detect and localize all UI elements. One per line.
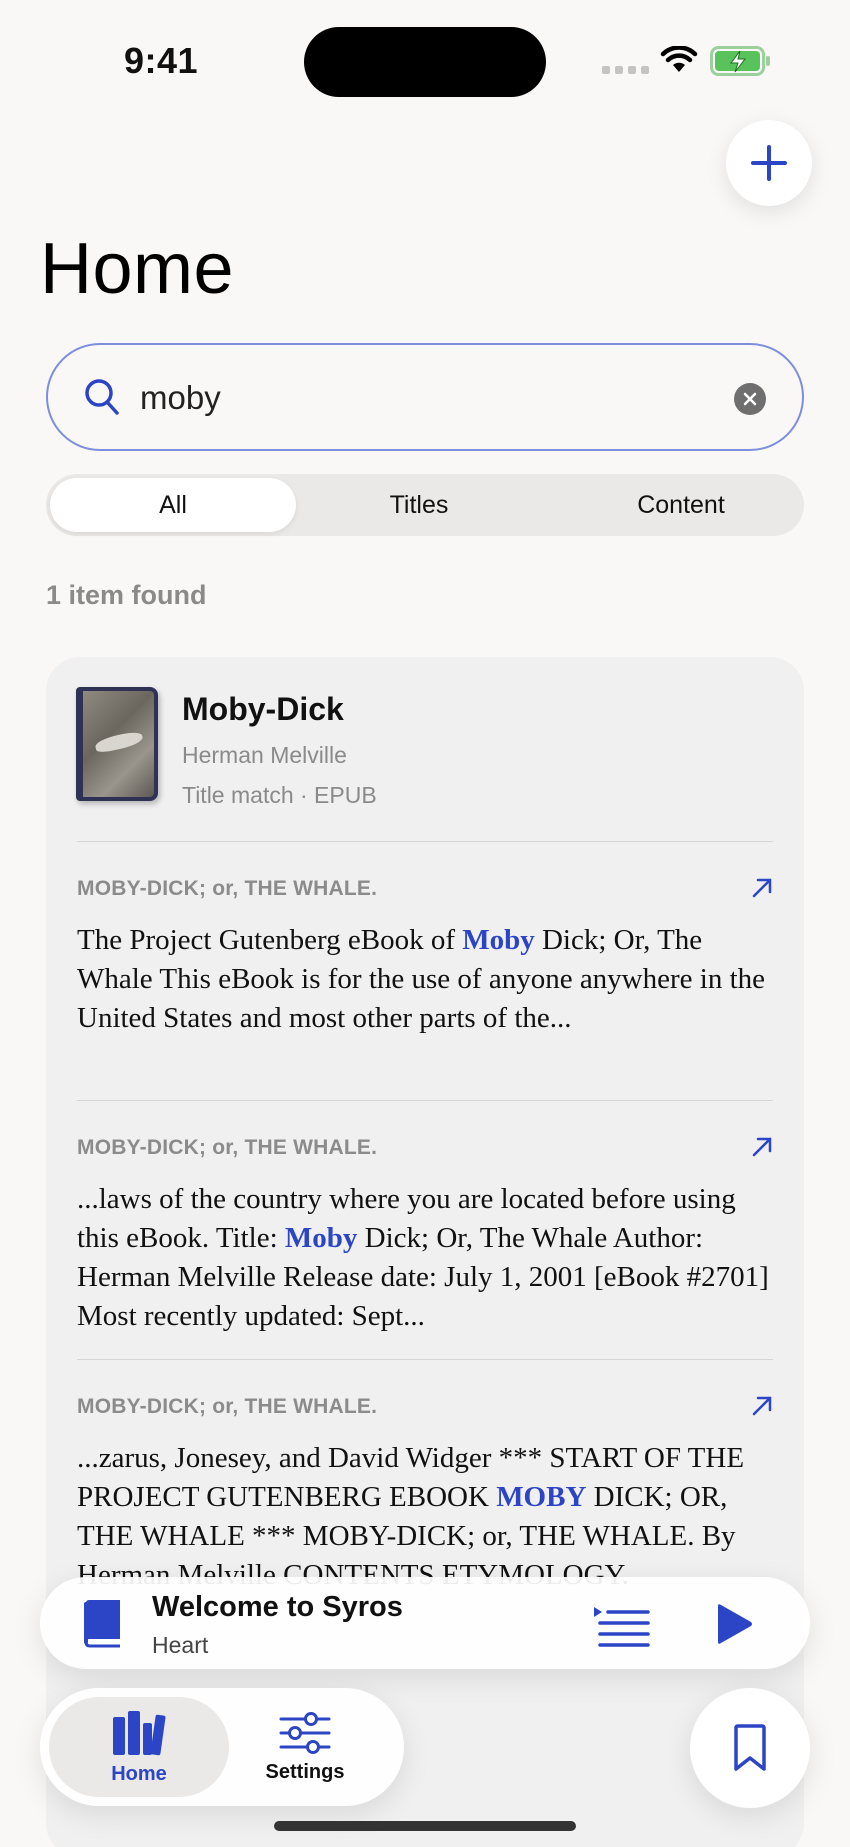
book-meta: Title match · EPUB xyxy=(182,782,377,808)
queue-list-icon[interactable] xyxy=(592,1605,652,1649)
cellular-signal-icon xyxy=(602,66,649,74)
play-icon[interactable] xyxy=(712,1603,754,1645)
search-field[interactable] xyxy=(46,343,804,451)
battery-charging-icon xyxy=(710,46,770,76)
excerpt-item[interactable]: MOBY-DICK; or, THE WHALE. ...zarus, Jone… xyxy=(77,1395,773,1595)
now-playing-title: Welcome to Syros xyxy=(152,1591,403,1623)
book-icon xyxy=(84,1600,120,1648)
tab-settings[interactable]: Settings xyxy=(215,1697,395,1797)
excerpt-chapter: MOBY-DICK; or, THE WHALE. xyxy=(77,1395,378,1418)
segment-content[interactable]: Content xyxy=(576,478,786,532)
segment-titles[interactable]: Titles xyxy=(344,478,494,532)
tab-home[interactable]: Home xyxy=(49,1697,229,1797)
open-excerpt-icon[interactable] xyxy=(751,877,773,899)
add-button[interactable] xyxy=(726,120,812,206)
search-input[interactable] xyxy=(140,379,700,417)
status-time: 9:41 xyxy=(124,40,199,81)
excerpt-text: ...zarus, Jonesey, and David Widger *** … xyxy=(77,1442,745,1591)
search-scope-filter: All Titles Content xyxy=(46,474,804,536)
home-indicator[interactable] xyxy=(274,1821,576,1831)
wifi-icon xyxy=(660,46,698,72)
page-title: Home xyxy=(40,229,235,309)
dynamic-island xyxy=(304,27,546,97)
excerpt-chapter: MOBY-DICK; or, THE WHALE. xyxy=(77,877,378,900)
search-icon xyxy=(85,379,119,415)
excerpt-text: The Project Gutenberg eBook of Moby Dick… xyxy=(77,924,766,1034)
result-count: 1 item found xyxy=(46,580,207,610)
open-excerpt-icon[interactable] xyxy=(751,1136,773,1158)
bookmark-icon xyxy=(734,1724,766,1771)
excerpt-item[interactable]: MOBY-DICK; or, THE WHALE. ...laws of the… xyxy=(77,1136,773,1336)
match-highlight: Moby xyxy=(462,924,535,956)
match-highlight: Moby xyxy=(284,1222,358,1254)
now-playing-subtitle: Heart xyxy=(152,1632,209,1658)
sliders-icon xyxy=(279,1711,331,1754)
clear-search-icon[interactable] xyxy=(734,383,766,415)
open-excerpt-icon[interactable] xyxy=(751,1395,773,1417)
plus-icon xyxy=(751,145,787,181)
book-cover[interactable] xyxy=(76,687,158,801)
bookmarks-button[interactable] xyxy=(690,1688,810,1808)
excerpt-chapter: MOBY-DICK; or, THE WHALE. xyxy=(77,1136,378,1159)
now-playing-bar[interactable]: Welcome to Syros Heart xyxy=(40,1577,810,1669)
segment-all[interactable]: All xyxy=(50,478,296,532)
book-author: Herman Melville xyxy=(182,742,347,768)
excerpt-text: ...laws of the country where you are loc… xyxy=(77,1183,769,1332)
library-icon xyxy=(113,1710,166,1755)
match-highlight: MOBY xyxy=(496,1481,587,1513)
tab-label: Home xyxy=(111,1762,167,1785)
status-bar: 9:41 xyxy=(0,0,850,120)
tab-label: Settings xyxy=(265,1760,345,1783)
divider xyxy=(77,1100,773,1101)
excerpt-item[interactable]: MOBY-DICK; or, THE WHALE. The Project Gu… xyxy=(77,877,773,1038)
divider xyxy=(77,1359,773,1360)
tab-bar: Home Settings xyxy=(40,1688,404,1806)
divider xyxy=(77,841,773,842)
book-title[interactable]: Moby-Dick xyxy=(182,691,344,728)
